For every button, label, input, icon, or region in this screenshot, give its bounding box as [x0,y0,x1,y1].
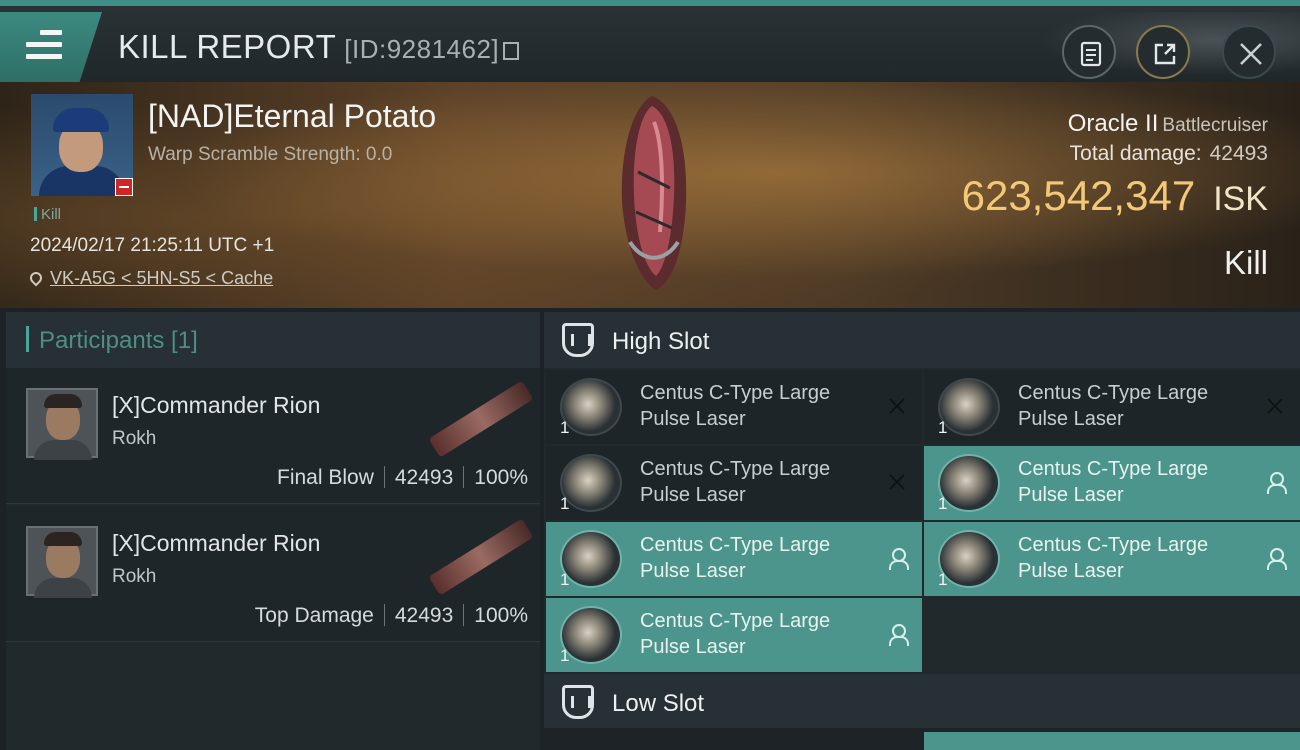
shield-icon [562,323,594,357]
module-name: Centus C-Type Large Pulse Laser [640,610,831,658]
high-slot-header: High Slot [544,312,1300,368]
participant-percent: 100% [474,604,528,627]
isk-unit: ISK [1213,180,1268,218]
high-slot-label: High Slot [612,328,710,355]
standing-badge [115,178,133,196]
menu-icon [26,30,62,60]
module-item[interactable]: 1 Centus C-Type Large Pulse Laser [924,522,1300,596]
share-button[interactable] [1136,25,1190,79]
kill-datetime: 2024/02/17 21:25:11 UTC +1 [30,235,275,256]
total-damage-value: 42493 [1209,142,1268,165]
module-quantity: 1 [560,418,570,437]
module-quantity: 1 [560,494,570,513]
person-icon [886,622,909,646]
module-name: Centus C-Type Large Pulse Laser [640,458,831,506]
warp-scramble-strength: Warp Scramble Strength: 0.0 [148,144,393,165]
low-slot-preview [544,728,1300,750]
participant-avatar[interactable] [26,526,98,598]
module-quantity: 1 [560,646,570,665]
x-icon [886,394,908,418]
participant-ship-image [428,518,534,596]
module-quantity: 1 [938,494,948,513]
participant-role: Final Blow [277,466,374,489]
menu-button[interactable] [0,12,102,82]
participant-ship-image [428,380,534,458]
participant-ship: Rokh [112,566,157,587]
participant-role: Top Damage [254,604,374,627]
participant-avatar[interactable] [26,388,98,460]
person-icon [1264,546,1287,570]
module-quantity: 1 [560,570,570,589]
location-pin-icon [27,269,45,287]
participant-damage: 42493 [394,604,454,627]
clipboard-icon [1080,41,1102,67]
ship-class: Battlecruiser [1162,115,1268,136]
isk-value: 623,542,347 ISK [962,172,1268,220]
module-item[interactable]: 1 Centus C-Type Large Pulse Laser [546,598,922,672]
participant-percent: 100% [474,466,528,489]
person-icon [1264,470,1287,494]
module-quantity: 1 [938,418,948,437]
isk-amount: 623,542,347 [961,172,1196,219]
participants-header: Participants [1] [6,312,540,368]
person-icon [886,546,909,570]
total-damage: Total damage: 42493 [1070,142,1268,166]
close-button[interactable] [1222,25,1276,79]
participant-stats: Top Damage 42493 100% [255,604,528,628]
fitting-panel: High Slot 1 Centus C-Type Large Pulse Las… [544,312,1300,750]
low-slot-label: Low Slot [612,690,705,717]
copy-icon[interactable] [503,42,520,60]
kill-location[interactable]: VK-A5G < 5HN-S5 < Cache [27,268,273,289]
module-item[interactable]: 1 Centus C-Type Large Pulse Laser [546,522,922,596]
title-text: KILL REPORT [118,28,337,65]
victim-portrait[interactable] [31,94,133,196]
result-label: Kill [1223,244,1268,281]
report-id: [ID:9281462] [344,34,500,64]
participant-row[interactable]: [X]Commander Rion Rokh Final Blow 42493 10… [6,368,540,504]
module-name: Centus C-Type Large Pulse Laser [640,382,831,430]
share-icon [1154,43,1176,65]
close-icon [1240,43,1262,65]
shield-icon [562,685,594,719]
page-title: KILL REPORT [ID:9281462] [118,28,520,66]
module-item[interactable]: 1 Centus C-Type Large Pulse Laser [546,370,922,444]
participant-ship: Rokh [112,428,157,449]
module-name: Centus C-Type Large Pulse Laser [1018,534,1209,582]
x-icon [886,470,908,494]
ship-type: Oracle II [1067,110,1159,137]
victim-name[interactable]: [NAD]Eternal Potato [148,98,436,135]
clipboard-button[interactable] [1062,25,1116,79]
total-damage-label: Total damage: [1069,142,1202,165]
kill-header: [NAD]Eternal Potato Warp Scramble Streng… [0,82,1300,308]
participants-panel: Participants [1] [X]Commander Rion Rokh … [6,312,540,750]
ship-name[interactable]: Oracle II Battlecruiser [1068,110,1268,138]
kill-tag: Kill [34,206,61,223]
module-quantity: 1 [938,570,948,589]
title-bar: KILL REPORT [ID:9281462] [0,0,1300,82]
module-item[interactable]: 1 Centus C-Type Large Pulse Laser [924,370,1300,444]
location-link[interactable]: VK-A5G < 5HN-S5 < Cache [50,268,273,288]
participant-damage: 42493 [394,466,454,489]
module-name: Centus C-Type Large Pulse Laser [640,534,831,582]
x-icon [1264,394,1286,418]
module-name: Centus C-Type Large Pulse Laser [1018,458,1209,506]
participant-name[interactable]: [X]Commander Rion [112,392,320,419]
module-item[interactable]: 1 Centus C-Type Large Pulse Laser [924,446,1300,520]
module-name: Centus C-Type Large Pulse Laser [1018,382,1209,430]
participant-stats: Final Blow 42493 100% [277,466,528,490]
participant-row[interactable]: [X]Commander Rion Rokh Top Damage 42493 10… [6,506,540,642]
low-slot-header: Low Slot [544,674,1300,730]
participant-name[interactable]: [X]Commander Rion [112,530,320,557]
module-item[interactable]: 1 Centus C-Type Large Pulse Laser [546,446,922,520]
ship-model-image [621,96,687,290]
